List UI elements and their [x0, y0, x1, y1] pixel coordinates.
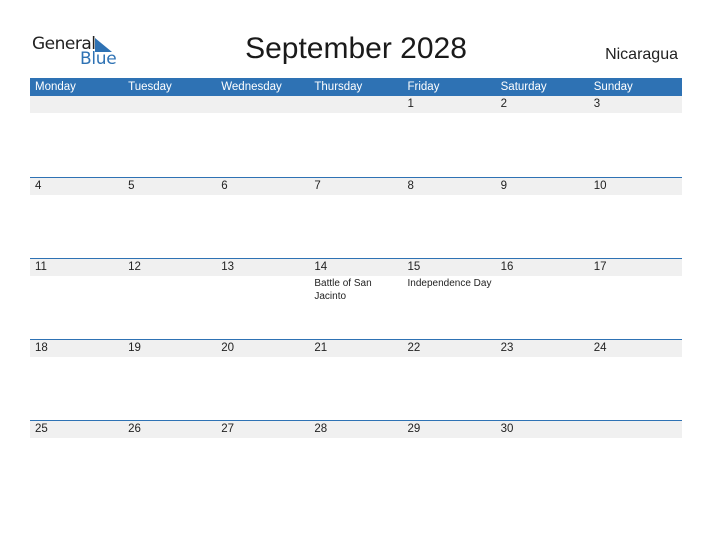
date-strip: 25 26 27 28 29 30	[30, 421, 682, 438]
day-number[interactable]: 5	[123, 178, 216, 195]
holiday-event	[589, 438, 682, 439]
holiday-event	[30, 276, 123, 303]
day-number[interactable]: 17	[589, 259, 682, 276]
day-number[interactable]: 15	[403, 259, 496, 276]
holiday-event	[216, 276, 309, 303]
country-label: Nicaragua	[605, 46, 678, 63]
day-number[interactable]: 20	[216, 340, 309, 357]
holiday-event	[309, 195, 402, 196]
day-number[interactable]	[589, 421, 682, 438]
day-number[interactable]: 6	[216, 178, 309, 195]
weekday-saturday: Saturday	[500, 81, 547, 93]
holiday-event	[123, 438, 216, 439]
holiday-event	[589, 357, 682, 358]
holiday-event	[123, 357, 216, 358]
event-row: Battle of San Jacinto Independence Day	[30, 276, 682, 303]
holiday-event: Battle of San Jacinto	[314, 278, 372, 302]
weekday-monday: Monday	[35, 81, 76, 93]
holiday-event	[216, 357, 309, 358]
day-number[interactable]: 13	[216, 259, 309, 276]
day-number[interactable]: 10	[589, 178, 682, 195]
holiday-event	[216, 113, 309, 114]
day-number[interactable]: 8	[403, 178, 496, 195]
holiday-event	[309, 113, 402, 114]
weekday-tuesday: Tuesday	[128, 81, 172, 93]
day-number[interactable]: 23	[496, 340, 589, 357]
day-number[interactable]: 26	[123, 421, 216, 438]
day-number[interactable]: 11	[30, 259, 123, 276]
date-strip: 123	[30, 96, 682, 113]
event-row	[30, 438, 682, 439]
holiday-event	[123, 113, 216, 114]
weekday-wednesday: Wednesday	[221, 81, 282, 93]
date-strip: 18 19 20 21 22 23 24	[30, 340, 682, 357]
day-number[interactable]: 25	[30, 421, 123, 438]
weekday-friday: Friday	[407, 81, 440, 93]
day-number[interactable]: 1	[403, 96, 496, 113]
holiday-event	[589, 195, 682, 196]
holiday-event	[123, 195, 216, 196]
holiday-event	[496, 195, 589, 196]
day-number[interactable]	[309, 96, 402, 113]
holiday-event	[30, 113, 123, 114]
day-number[interactable]: 14	[309, 259, 402, 276]
holiday-event	[403, 113, 496, 114]
day-number[interactable]: 12	[123, 259, 216, 276]
holiday-event	[309, 438, 402, 439]
day-number[interactable]: 21	[309, 340, 402, 357]
day-number[interactable]	[216, 96, 309, 113]
holiday-event	[403, 195, 496, 196]
day-number[interactable]: 16	[496, 259, 589, 276]
day-number[interactable]	[123, 96, 216, 113]
weekday-header: Monday Tuesday Wednesday Thursday Friday…	[30, 78, 682, 96]
day-number[interactable]: 29	[403, 421, 496, 438]
day-number[interactable]: 22	[403, 340, 496, 357]
date-strip: 4 5 6 7 8 9 10	[30, 178, 682, 195]
day-number[interactable]: 28	[309, 421, 402, 438]
holiday-event	[496, 357, 589, 358]
holiday-event	[30, 438, 123, 439]
holiday-event	[496, 276, 589, 303]
week-row: 123	[30, 96, 682, 177]
calendar-grid: Monday Tuesday Wednesday Thursday Friday…	[30, 78, 682, 501]
day-number[interactable]: 19	[123, 340, 216, 357]
holiday-event: Independence Day	[407, 278, 492, 289]
holiday-event	[309, 357, 402, 358]
week-row: 11 12 13 14 15 16 17 Battle of San Jacinto Indep…	[30, 258, 682, 339]
week-row: 4 5 6 7 8 9 10	[30, 177, 682, 258]
holiday-event	[123, 276, 216, 303]
holiday-event	[589, 276, 682, 303]
holiday-event	[30, 195, 123, 196]
day-number[interactable]: 4	[30, 178, 123, 195]
day-number[interactable]: 2	[496, 96, 589, 113]
day-number[interactable]: 3	[589, 96, 682, 113]
weekday-sunday: Sunday	[593, 81, 633, 93]
weekday-thursday: Thursday	[314, 81, 363, 93]
holiday-event	[403, 357, 496, 358]
event-row	[30, 195, 682, 196]
day-number[interactable]: 9	[496, 178, 589, 195]
day-number[interactable]: 7	[309, 178, 402, 195]
event-row	[30, 113, 682, 114]
day-number[interactable]: 18	[30, 340, 123, 357]
event-row	[30, 357, 682, 358]
week-row: 25 26 27 28 29 30	[30, 420, 682, 501]
holiday-event	[496, 113, 589, 114]
week-row: 18 19 20 21 22 23 24	[30, 339, 682, 420]
day-number[interactable]: 24	[589, 340, 682, 357]
day-number[interactable]: 27	[216, 421, 309, 438]
holiday-event	[496, 438, 589, 439]
day-number[interactable]: 30	[496, 421, 589, 438]
holiday-event	[216, 438, 309, 439]
holiday-event	[30, 357, 123, 358]
holiday-event	[216, 195, 309, 196]
day-number[interactable]	[30, 96, 123, 113]
holiday-event	[403, 438, 496, 439]
date-strip: 11 12 13 14 15 16 17	[30, 259, 682, 276]
holiday-event	[589, 113, 682, 114]
